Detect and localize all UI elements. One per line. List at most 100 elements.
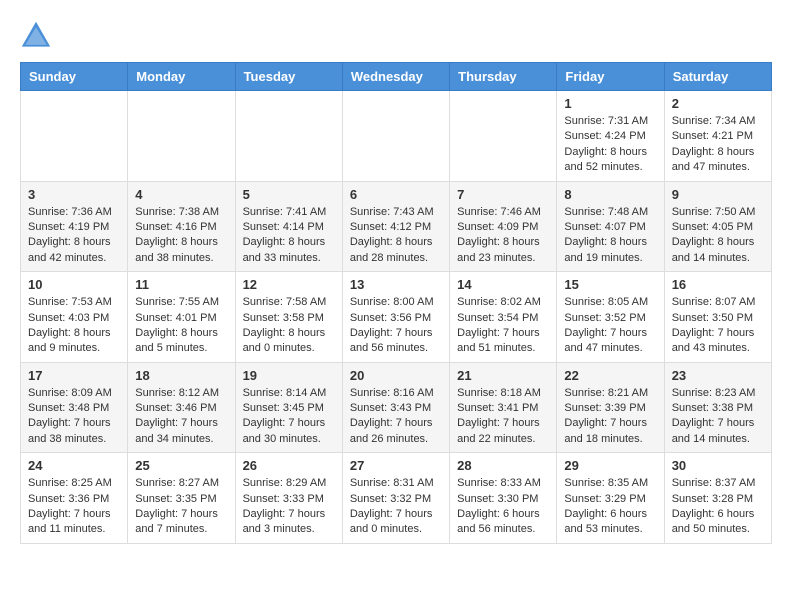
calendar-week-2: 3Sunrise: 7:36 AM Sunset: 4:19 PM Daylig… bbox=[21, 181, 772, 272]
calendar-week-3: 10 Sunrise: 7:53 AM Sunset: 4:03 PM Dayli… bbox=[21, 272, 772, 363]
cell-content: Sunrise: 8:37 AM Sunset: 3:28 PM Dayligh… bbox=[672, 476, 764, 538]
calendar-cell: 20Sunrise: 8:16 AM Sunset: 3:43 PM Dayli… bbox=[342, 362, 449, 453]
day-number: 5 bbox=[243, 187, 335, 202]
calendar-cell: 13 Sunrise: 8:00 AM Sunset: 3:56 PM Dayli… bbox=[342, 272, 449, 363]
calendar-cell bbox=[235, 91, 342, 182]
day-number: 4 bbox=[135, 187, 227, 202]
day-number: 27 bbox=[350, 458, 442, 473]
calendar-cell: 14 Sunrise: 8:02 AM Sunset: 3:54 PM Dayli… bbox=[450, 272, 557, 363]
calendar-cell: 25Sunrise: 8:27 AM Sunset: 3:35 PM Dayli… bbox=[128, 453, 235, 544]
calendar-cell: 17 Sunrise: 8:09 AM Sunset: 3:48 PM Dayli… bbox=[21, 362, 128, 453]
day-number: 21 bbox=[457, 368, 549, 383]
day-number: 23 bbox=[672, 368, 764, 383]
calendar-cell: 26 Sunrise: 8:29 AM Sunset: 3:33 PM Dayli… bbox=[235, 453, 342, 544]
cell-content: Sunrise: 8:31 AM Sunset: 3:32 PM Dayligh… bbox=[350, 476, 442, 538]
cell-content: Sunrise: 7:38 AM Sunset: 4:16 PM Dayligh… bbox=[135, 205, 227, 267]
day-number: 14 bbox=[457, 277, 549, 292]
cell-content: Sunrise: 8:07 AM Sunset: 3:50 PM Dayligh… bbox=[672, 295, 764, 357]
calendar-cell: 5Sunrise: 7:41 AM Sunset: 4:14 PM Daylig… bbox=[235, 181, 342, 272]
day-number: 15 bbox=[564, 277, 656, 292]
day-number: 8 bbox=[564, 187, 656, 202]
cell-content: Sunrise: 8:16 AM Sunset: 3:43 PM Dayligh… bbox=[350, 386, 442, 448]
cell-content: Sunrise: 7:43 AM Sunset: 4:12 PM Dayligh… bbox=[350, 205, 442, 267]
calendar-cell: 4 Sunrise: 7:38 AM Sunset: 4:16 PM Daylig… bbox=[128, 181, 235, 272]
calendar-cell: 2 Sunrise: 7:34 AM Sunset: 4:21 PM Daylig… bbox=[664, 91, 771, 182]
calendar-cell bbox=[128, 91, 235, 182]
calendar-cell bbox=[342, 91, 449, 182]
calendar-cell: 19 Sunrise: 8:14 AM Sunset: 3:45 PM Dayli… bbox=[235, 362, 342, 453]
cell-content: Sunrise: 7:55 AM Sunset: 4:01 PM Dayligh… bbox=[135, 295, 227, 357]
day-number: 17 bbox=[28, 368, 120, 383]
calendar-cell: 6 Sunrise: 7:43 AM Sunset: 4:12 PM Daylig… bbox=[342, 181, 449, 272]
day-number: 2 bbox=[672, 96, 764, 111]
day-header-monday: Monday bbox=[128, 63, 235, 91]
calendar-cell: 12 Sunrise: 7:58 AM Sunset: 3:58 PM Dayli… bbox=[235, 272, 342, 363]
day-number: 25 bbox=[135, 458, 227, 473]
logo-icon bbox=[20, 20, 52, 52]
cell-content: Sunrise: 8:29 AM Sunset: 3:33 PM Dayligh… bbox=[243, 476, 335, 538]
day-number: 19 bbox=[243, 368, 335, 383]
day-number: 22 bbox=[564, 368, 656, 383]
calendar-cell: 7 Sunrise: 7:46 AM Sunset: 4:09 PM Daylig… bbox=[450, 181, 557, 272]
day-number: 1 bbox=[564, 96, 656, 111]
cell-content: Sunrise: 8:02 AM Sunset: 3:54 PM Dayligh… bbox=[457, 295, 549, 357]
day-number: 30 bbox=[672, 458, 764, 473]
calendar-cell: 27 Sunrise: 8:31 AM Sunset: 3:32 PM Dayli… bbox=[342, 453, 449, 544]
days-header-row: SundayMondayTuesdayWednesdayThursdayFrid… bbox=[21, 63, 772, 91]
cell-content: Sunrise: 7:53 AM Sunset: 4:03 PM Dayligh… bbox=[28, 295, 120, 357]
cell-content: Sunrise: 7:36 AM Sunset: 4:19 PM Dayligh… bbox=[28, 205, 120, 267]
calendar-cell: 16 Sunrise: 8:07 AM Sunset: 3:50 PM Dayli… bbox=[664, 272, 771, 363]
day-number: 26 bbox=[243, 458, 335, 473]
calendar-cell: 18 Sunrise: 8:12 AM Sunset: 3:46 PM Dayli… bbox=[128, 362, 235, 453]
day-number: 10 bbox=[28, 277, 120, 292]
page-header bbox=[20, 20, 772, 52]
cell-content: Sunrise: 8:25 AM Sunset: 3:36 PM Dayligh… bbox=[28, 476, 120, 538]
calendar-cell: 23 Sunrise: 8:23 AM Sunset: 3:38 PM Dayli… bbox=[664, 362, 771, 453]
calendar-cell: 28 Sunrise: 8:33 AM Sunset: 3:30 PM Dayli… bbox=[450, 453, 557, 544]
cell-content: Sunrise: 8:18 AM Sunset: 3:41 PM Dayligh… bbox=[457, 386, 549, 448]
calendar-cell bbox=[450, 91, 557, 182]
day-number: 13 bbox=[350, 277, 442, 292]
day-header-friday: Friday bbox=[557, 63, 664, 91]
calendar-cell bbox=[21, 91, 128, 182]
cell-content: Sunrise: 7:46 AM Sunset: 4:09 PM Dayligh… bbox=[457, 205, 549, 267]
cell-content: Sunrise: 8:33 AM Sunset: 3:30 PM Dayligh… bbox=[457, 476, 549, 538]
cell-content: Sunrise: 8:05 AM Sunset: 3:52 PM Dayligh… bbox=[564, 295, 656, 357]
day-number: 28 bbox=[457, 458, 549, 473]
calendar-week-4: 17 Sunrise: 8:09 AM Sunset: 3:48 PM Dayli… bbox=[21, 362, 772, 453]
day-number: 16 bbox=[672, 277, 764, 292]
calendar-cell: 1 Sunrise: 7:31 AM Sunset: 4:24 PM Daylig… bbox=[557, 91, 664, 182]
day-number: 7 bbox=[457, 187, 549, 202]
day-header-tuesday: Tuesday bbox=[235, 63, 342, 91]
cell-content: Sunrise: 8:23 AM Sunset: 3:38 PM Dayligh… bbox=[672, 386, 764, 448]
calendar-cell: 29Sunrise: 8:35 AM Sunset: 3:29 PM Dayli… bbox=[557, 453, 664, 544]
cell-content: Sunrise: 8:14 AM Sunset: 3:45 PM Dayligh… bbox=[243, 386, 335, 448]
logo bbox=[20, 20, 56, 52]
calendar-week-5: 24 Sunrise: 8:25 AM Sunset: 3:36 PM Dayli… bbox=[21, 453, 772, 544]
calendar-cell: 3Sunrise: 7:36 AM Sunset: 4:19 PM Daylig… bbox=[21, 181, 128, 272]
cell-content: Sunrise: 7:48 AM Sunset: 4:07 PM Dayligh… bbox=[564, 205, 656, 267]
cell-content: Sunrise: 8:09 AM Sunset: 3:48 PM Dayligh… bbox=[28, 386, 120, 448]
calendar-cell: 9Sunrise: 7:50 AM Sunset: 4:05 PM Daylig… bbox=[664, 181, 771, 272]
cell-content: Sunrise: 7:34 AM Sunset: 4:21 PM Dayligh… bbox=[672, 114, 764, 176]
day-number: 29 bbox=[564, 458, 656, 473]
day-number: 24 bbox=[28, 458, 120, 473]
calendar-cell: 11Sunrise: 7:55 AM Sunset: 4:01 PM Dayli… bbox=[128, 272, 235, 363]
calendar-cell: 30 Sunrise: 8:37 AM Sunset: 3:28 PM Dayli… bbox=[664, 453, 771, 544]
day-header-sunday: Sunday bbox=[21, 63, 128, 91]
day-header-wednesday: Wednesday bbox=[342, 63, 449, 91]
calendar-cell: 22Sunrise: 8:21 AM Sunset: 3:39 PM Dayli… bbox=[557, 362, 664, 453]
cell-content: Sunrise: 8:12 AM Sunset: 3:46 PM Dayligh… bbox=[135, 386, 227, 448]
calendar-cell: 8 Sunrise: 7:48 AM Sunset: 4:07 PM Daylig… bbox=[557, 181, 664, 272]
cell-content: Sunrise: 8:00 AM Sunset: 3:56 PM Dayligh… bbox=[350, 295, 442, 357]
calendar-body: 1 Sunrise: 7:31 AM Sunset: 4:24 PM Daylig… bbox=[21, 91, 772, 544]
cell-content: Sunrise: 7:31 AM Sunset: 4:24 PM Dayligh… bbox=[564, 114, 656, 176]
day-number: 12 bbox=[243, 277, 335, 292]
calendar-week-1: 1 Sunrise: 7:31 AM Sunset: 4:24 PM Daylig… bbox=[21, 91, 772, 182]
day-number: 18 bbox=[135, 368, 227, 383]
day-number: 9 bbox=[672, 187, 764, 202]
day-number: 6 bbox=[350, 187, 442, 202]
cell-content: Sunrise: 7:58 AM Sunset: 3:58 PM Dayligh… bbox=[243, 295, 335, 357]
day-header-thursday: Thursday bbox=[450, 63, 557, 91]
day-header-saturday: Saturday bbox=[664, 63, 771, 91]
